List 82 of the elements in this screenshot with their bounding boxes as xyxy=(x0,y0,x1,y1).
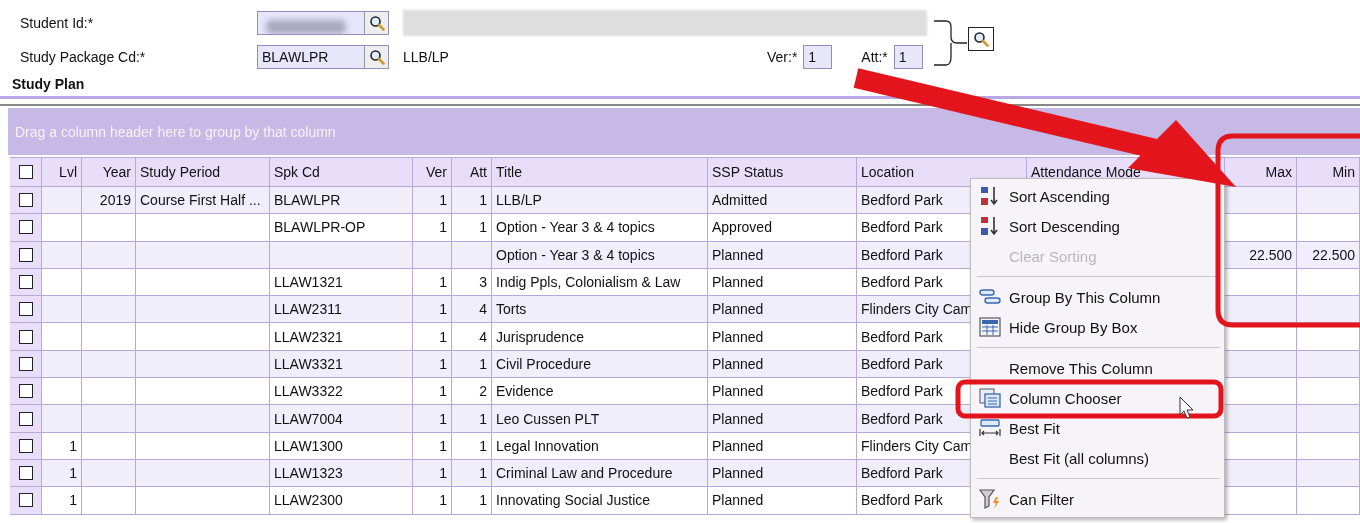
search-icon xyxy=(368,15,385,31)
table-cell: 1 xyxy=(413,323,452,351)
row-checkbox[interactable] xyxy=(18,411,33,426)
row-checkbox[interactable] xyxy=(18,438,33,453)
table-cell: Planned xyxy=(708,241,857,269)
table-cell xyxy=(1297,296,1360,324)
table-cell: LLAW2321 xyxy=(270,323,413,351)
row-checkbox[interactable] xyxy=(18,275,33,290)
table-icon xyxy=(979,317,1001,337)
student-id-field[interactable] xyxy=(257,11,389,35)
row-checkbox[interactable] xyxy=(18,302,33,317)
column-chooser-icon xyxy=(979,388,1001,408)
table-cell xyxy=(82,432,136,460)
search-icon xyxy=(368,49,385,65)
row-checkbox[interactable] xyxy=(18,220,33,235)
version-field[interactable]: 1 xyxy=(803,45,833,69)
search-icon xyxy=(973,31,989,47)
lookup-button[interactable] xyxy=(364,46,388,68)
row-checkbox[interactable] xyxy=(18,247,33,262)
table-cell: LLAW1300 xyxy=(270,432,413,460)
table-cell xyxy=(1297,214,1360,242)
table-cell: 1 xyxy=(413,432,452,460)
table-cell xyxy=(1297,432,1360,460)
table-cell xyxy=(1297,405,1360,433)
field-label: Ver:* xyxy=(767,49,798,65)
table-cell: 1 xyxy=(42,487,82,515)
row-checkbox[interactable] xyxy=(18,384,33,399)
table-cell: 1 xyxy=(413,487,452,515)
table-cell: Innovating Social Justice xyxy=(492,487,708,515)
table-cell xyxy=(82,241,136,269)
sort-ascending-icon xyxy=(980,185,1000,207)
table-cell: Planned xyxy=(708,323,857,351)
lookup-button[interactable] xyxy=(364,12,388,34)
section-title: Study Plan xyxy=(12,76,85,92)
table-cell: Planned xyxy=(708,432,857,460)
table-cell xyxy=(1297,487,1360,515)
sort-descending-icon xyxy=(980,215,1000,237)
table-cell: Approved xyxy=(708,214,857,242)
mouse-cursor xyxy=(1179,396,1194,419)
table-cell xyxy=(82,405,136,433)
table-cell: 1 xyxy=(452,405,492,433)
best-fit-icon xyxy=(979,418,1001,438)
table-cell: BLAWLPR-OP xyxy=(270,214,413,242)
group-icon xyxy=(979,288,1001,306)
table-cell xyxy=(82,323,136,351)
package-title: LLB/LP xyxy=(403,49,450,65)
group-panel-hint: Drag a column header here to group by that column xyxy=(15,123,336,140)
table-cell: Option - Year 3 & 4 topics xyxy=(492,241,708,269)
table-cell: LLAW7004 xyxy=(270,405,413,433)
table-cell: 4 xyxy=(452,323,492,351)
filter-icon xyxy=(979,488,1001,510)
row-checkbox[interactable] xyxy=(18,329,33,344)
table-cell: Jurisprudence xyxy=(492,323,708,351)
row-checkbox[interactable] xyxy=(18,193,33,208)
table-cell: Leo Cussen PLT xyxy=(492,405,708,433)
table-cell: Planned xyxy=(708,405,857,433)
table-cell xyxy=(452,241,492,269)
table-cell: 1 xyxy=(452,487,492,515)
row-checkbox[interactable] xyxy=(18,493,33,508)
table-cell: 1 xyxy=(413,405,452,433)
table-cell: 1 xyxy=(413,214,452,242)
table-cell: 22.500 xyxy=(1297,241,1360,269)
field-label: Att:* xyxy=(861,49,888,65)
table-cell: 1 xyxy=(452,432,492,460)
row-checkbox[interactable] xyxy=(18,466,33,481)
table-cell: Planned xyxy=(708,487,857,515)
field-label: Study Package Cd:* xyxy=(19,49,147,65)
table-cell: 1 xyxy=(42,432,82,460)
table-cell: Legal Innovation xyxy=(492,432,708,460)
attempt-field[interactable]: 1 xyxy=(893,45,923,69)
study-package-field[interactable]: BLAWLPR xyxy=(257,45,389,69)
table-cell: LLAW2300 xyxy=(270,487,413,515)
bracket-icon xyxy=(933,20,967,66)
row-checkbox[interactable] xyxy=(18,356,33,371)
search-button[interactable] xyxy=(968,27,994,51)
table-cell: 1 xyxy=(452,214,492,242)
table-cell xyxy=(82,487,136,515)
table-cell xyxy=(413,241,452,269)
field-label: Student Id:* xyxy=(19,15,95,31)
select-all-checkbox[interactable] xyxy=(18,165,33,179)
table-cell: Option - Year 3 & 4 topics xyxy=(492,214,708,242)
table-cell xyxy=(82,214,136,242)
